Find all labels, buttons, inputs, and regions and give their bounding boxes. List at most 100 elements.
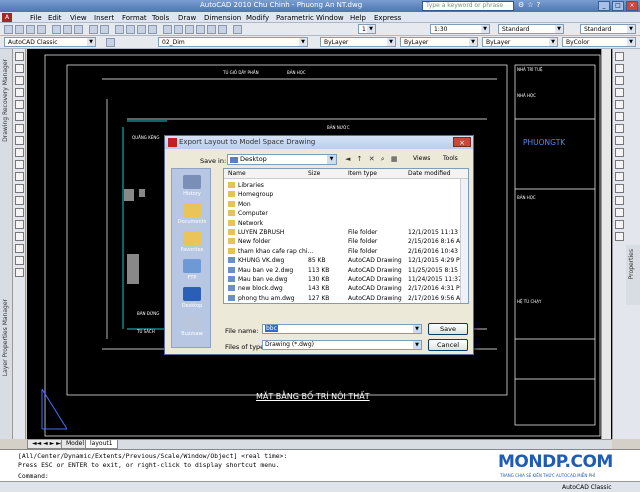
file-row[interactable]: phong thu am.dwg 127 KB AutoCAD Drawing 2/1… xyxy=(224,294,465,303)
gradient-icon[interactable] xyxy=(15,232,24,241)
ellipse-arc-icon[interactable] xyxy=(15,172,24,181)
fillet-icon[interactable] xyxy=(615,220,624,229)
command-prompt[interactable]: Command: xyxy=(18,472,49,480)
tab-layout1[interactable]: layout1 xyxy=(85,440,118,449)
ellipse-icon[interactable] xyxy=(15,160,24,169)
layer-combo[interactable]: 02_Dim ▼ xyxy=(158,37,308,47)
rotate-icon[interactable] xyxy=(615,124,624,133)
file-row[interactable]: Mau ban ve.dwg 130 KB AutoCAD Drawing 11/24… xyxy=(224,275,468,284)
place-buzzsaw[interactable]: Buzzsaw xyxy=(174,315,210,337)
workspace-status[interactable]: AutoCAD Classic xyxy=(562,484,612,491)
properties-palette-strip[interactable]: Properties xyxy=(626,245,640,305)
column-name[interactable]: Name xyxy=(228,170,246,177)
file-list-scrollbar[interactable] xyxy=(460,179,468,303)
chamfer-icon[interactable] xyxy=(615,208,624,217)
drawing-recovery-label[interactable]: Drawing Recovery Manager xyxy=(2,59,9,142)
mtext-icon[interactable] xyxy=(15,268,24,277)
file-row[interactable]: tham khao cafe rap chi... File folder 2/16… xyxy=(224,247,468,256)
copy-icon[interactable] xyxy=(63,25,72,34)
menu-parametric[interactable]: Parametric xyxy=(276,14,314,22)
line-icon[interactable] xyxy=(15,52,24,61)
tools-menu[interactable]: Tools xyxy=(443,155,458,162)
menu-window[interactable]: Window xyxy=(316,14,344,22)
quickcalc-icon[interactable] xyxy=(218,25,227,34)
break-icon[interactable] xyxy=(615,184,624,193)
zoom-previous-icon[interactable] xyxy=(148,25,157,34)
revcloud-icon[interactable] xyxy=(15,136,24,145)
trim-icon[interactable] xyxy=(615,160,624,169)
place-ftp[interactable]: FTP xyxy=(174,259,210,281)
construction-line-icon[interactable] xyxy=(15,64,24,73)
mirror-icon[interactable] xyxy=(615,76,624,85)
layer-manager-icon[interactable] xyxy=(106,38,115,47)
close-button[interactable]: × xyxy=(626,1,638,11)
menu-draw[interactable]: Draw xyxy=(178,14,196,22)
files-of-type-select[interactable]: Drawing (*.dwg) ▼ xyxy=(262,340,422,350)
column-date[interactable]: Date modified xyxy=(408,170,451,177)
insert-block-icon[interactable] xyxy=(15,184,24,193)
tool-palettes-icon[interactable] xyxy=(185,25,194,34)
tablestyle-combo[interactable]: Standard ▼ xyxy=(580,24,636,34)
menu-edit[interactable]: Edit xyxy=(48,14,62,22)
help-icon[interactable] xyxy=(233,25,242,34)
vertical-scrollbar[interactable] xyxy=(601,49,611,439)
explode-icon[interactable] xyxy=(615,232,624,241)
menu-help[interactable]: Help xyxy=(350,14,366,22)
table-icon[interactable] xyxy=(15,256,24,265)
layer-properties-label[interactable]: Layer Properties Manager xyxy=(2,299,9,376)
place-desktop[interactable]: Desktop xyxy=(174,287,210,309)
scale-icon[interactable] xyxy=(615,136,624,145)
file-row[interactable]: New folder File folder 2/15/2016 8:16 AM xyxy=(224,237,465,246)
properties-icon[interactable] xyxy=(163,25,172,34)
menu-tools[interactable]: Tools xyxy=(152,14,169,22)
column-size[interactable]: Size xyxy=(308,170,320,177)
pan-icon[interactable] xyxy=(115,25,124,34)
join-icon[interactable] xyxy=(615,196,624,205)
file-row[interactable]: Libraries xyxy=(224,181,462,190)
views-menu[interactable]: Views xyxy=(413,155,430,162)
plotstyle-combo[interactable]: ByColor ▼ xyxy=(562,37,636,47)
design-center-icon[interactable] xyxy=(174,25,183,34)
nav-toolbar[interactable]: ◄ ↑ ✕ ⌕ ▦ xyxy=(345,155,400,164)
dialog-close-button[interactable]: × xyxy=(453,137,471,147)
menu-express[interactable]: Express xyxy=(374,14,401,22)
file-row[interactable]: new block.dwg 143 KB AutoCAD Drawing 2/17/2… xyxy=(224,284,465,293)
file-name-input[interactable]: bbc ▼ xyxy=(262,324,422,334)
markup-icon[interactable] xyxy=(207,25,216,34)
place-documents[interactable]: Documents xyxy=(174,203,210,225)
file-row[interactable]: Mon xyxy=(224,200,462,209)
dimstyle-combo[interactable]: 1:30 ▼ xyxy=(430,24,490,34)
cut-icon[interactable] xyxy=(52,25,61,34)
place-history[interactable]: History xyxy=(174,175,210,197)
menu-view[interactable]: View xyxy=(70,14,87,22)
column-type[interactable]: Item type xyxy=(348,170,377,177)
search-input[interactable]: Type a keyword or phrase xyxy=(422,1,514,11)
lineweight-combo[interactable]: ByLayer ▼ xyxy=(482,37,558,47)
app-icon[interactable]: A xyxy=(2,13,12,22)
offset-icon[interactable] xyxy=(615,88,624,97)
file-row[interactable]: LUYEN ZBRUSH File folder 12/1/2015 11:13 A… xyxy=(224,228,468,237)
hatch-icon[interactable] xyxy=(15,220,24,229)
circle-icon[interactable] xyxy=(15,124,24,133)
print-icon[interactable] xyxy=(37,25,46,34)
textstyle-combo[interactable]: Standard ▼ xyxy=(498,24,564,34)
copy-object-icon[interactable] xyxy=(615,64,624,73)
file-row[interactable]: Homegroup xyxy=(224,190,462,199)
spline-icon[interactable] xyxy=(15,148,24,157)
workspace-combo[interactable]: AutoCAD Classic ▼ xyxy=(4,37,96,47)
linetype-combo[interactable]: ByLayer ▼ xyxy=(400,37,478,47)
file-list[interactable]: Name Size Item type Date modified Librar… xyxy=(223,168,469,304)
redo-icon[interactable] xyxy=(100,25,109,34)
extend-icon[interactable] xyxy=(615,172,624,181)
polyline-icon[interactable] xyxy=(15,76,24,85)
rectangle-icon[interactable] xyxy=(15,100,24,109)
paste-icon[interactable] xyxy=(74,25,83,34)
erase-icon[interactable] xyxy=(615,52,624,61)
save-in-select[interactable]: Desktop ▼ xyxy=(227,154,337,165)
file-row[interactable]: Mau ban ve 2.dwg 113 KB AutoCAD Drawing 11/… xyxy=(224,266,468,275)
menu-insert[interactable]: Insert xyxy=(94,14,114,22)
annotation-scale-combo[interactable]: 1 ▼ xyxy=(358,24,376,34)
menu-dimension[interactable]: Dimension xyxy=(204,14,241,22)
move-icon[interactable] xyxy=(615,112,624,121)
open-icon[interactable] xyxy=(15,25,24,34)
